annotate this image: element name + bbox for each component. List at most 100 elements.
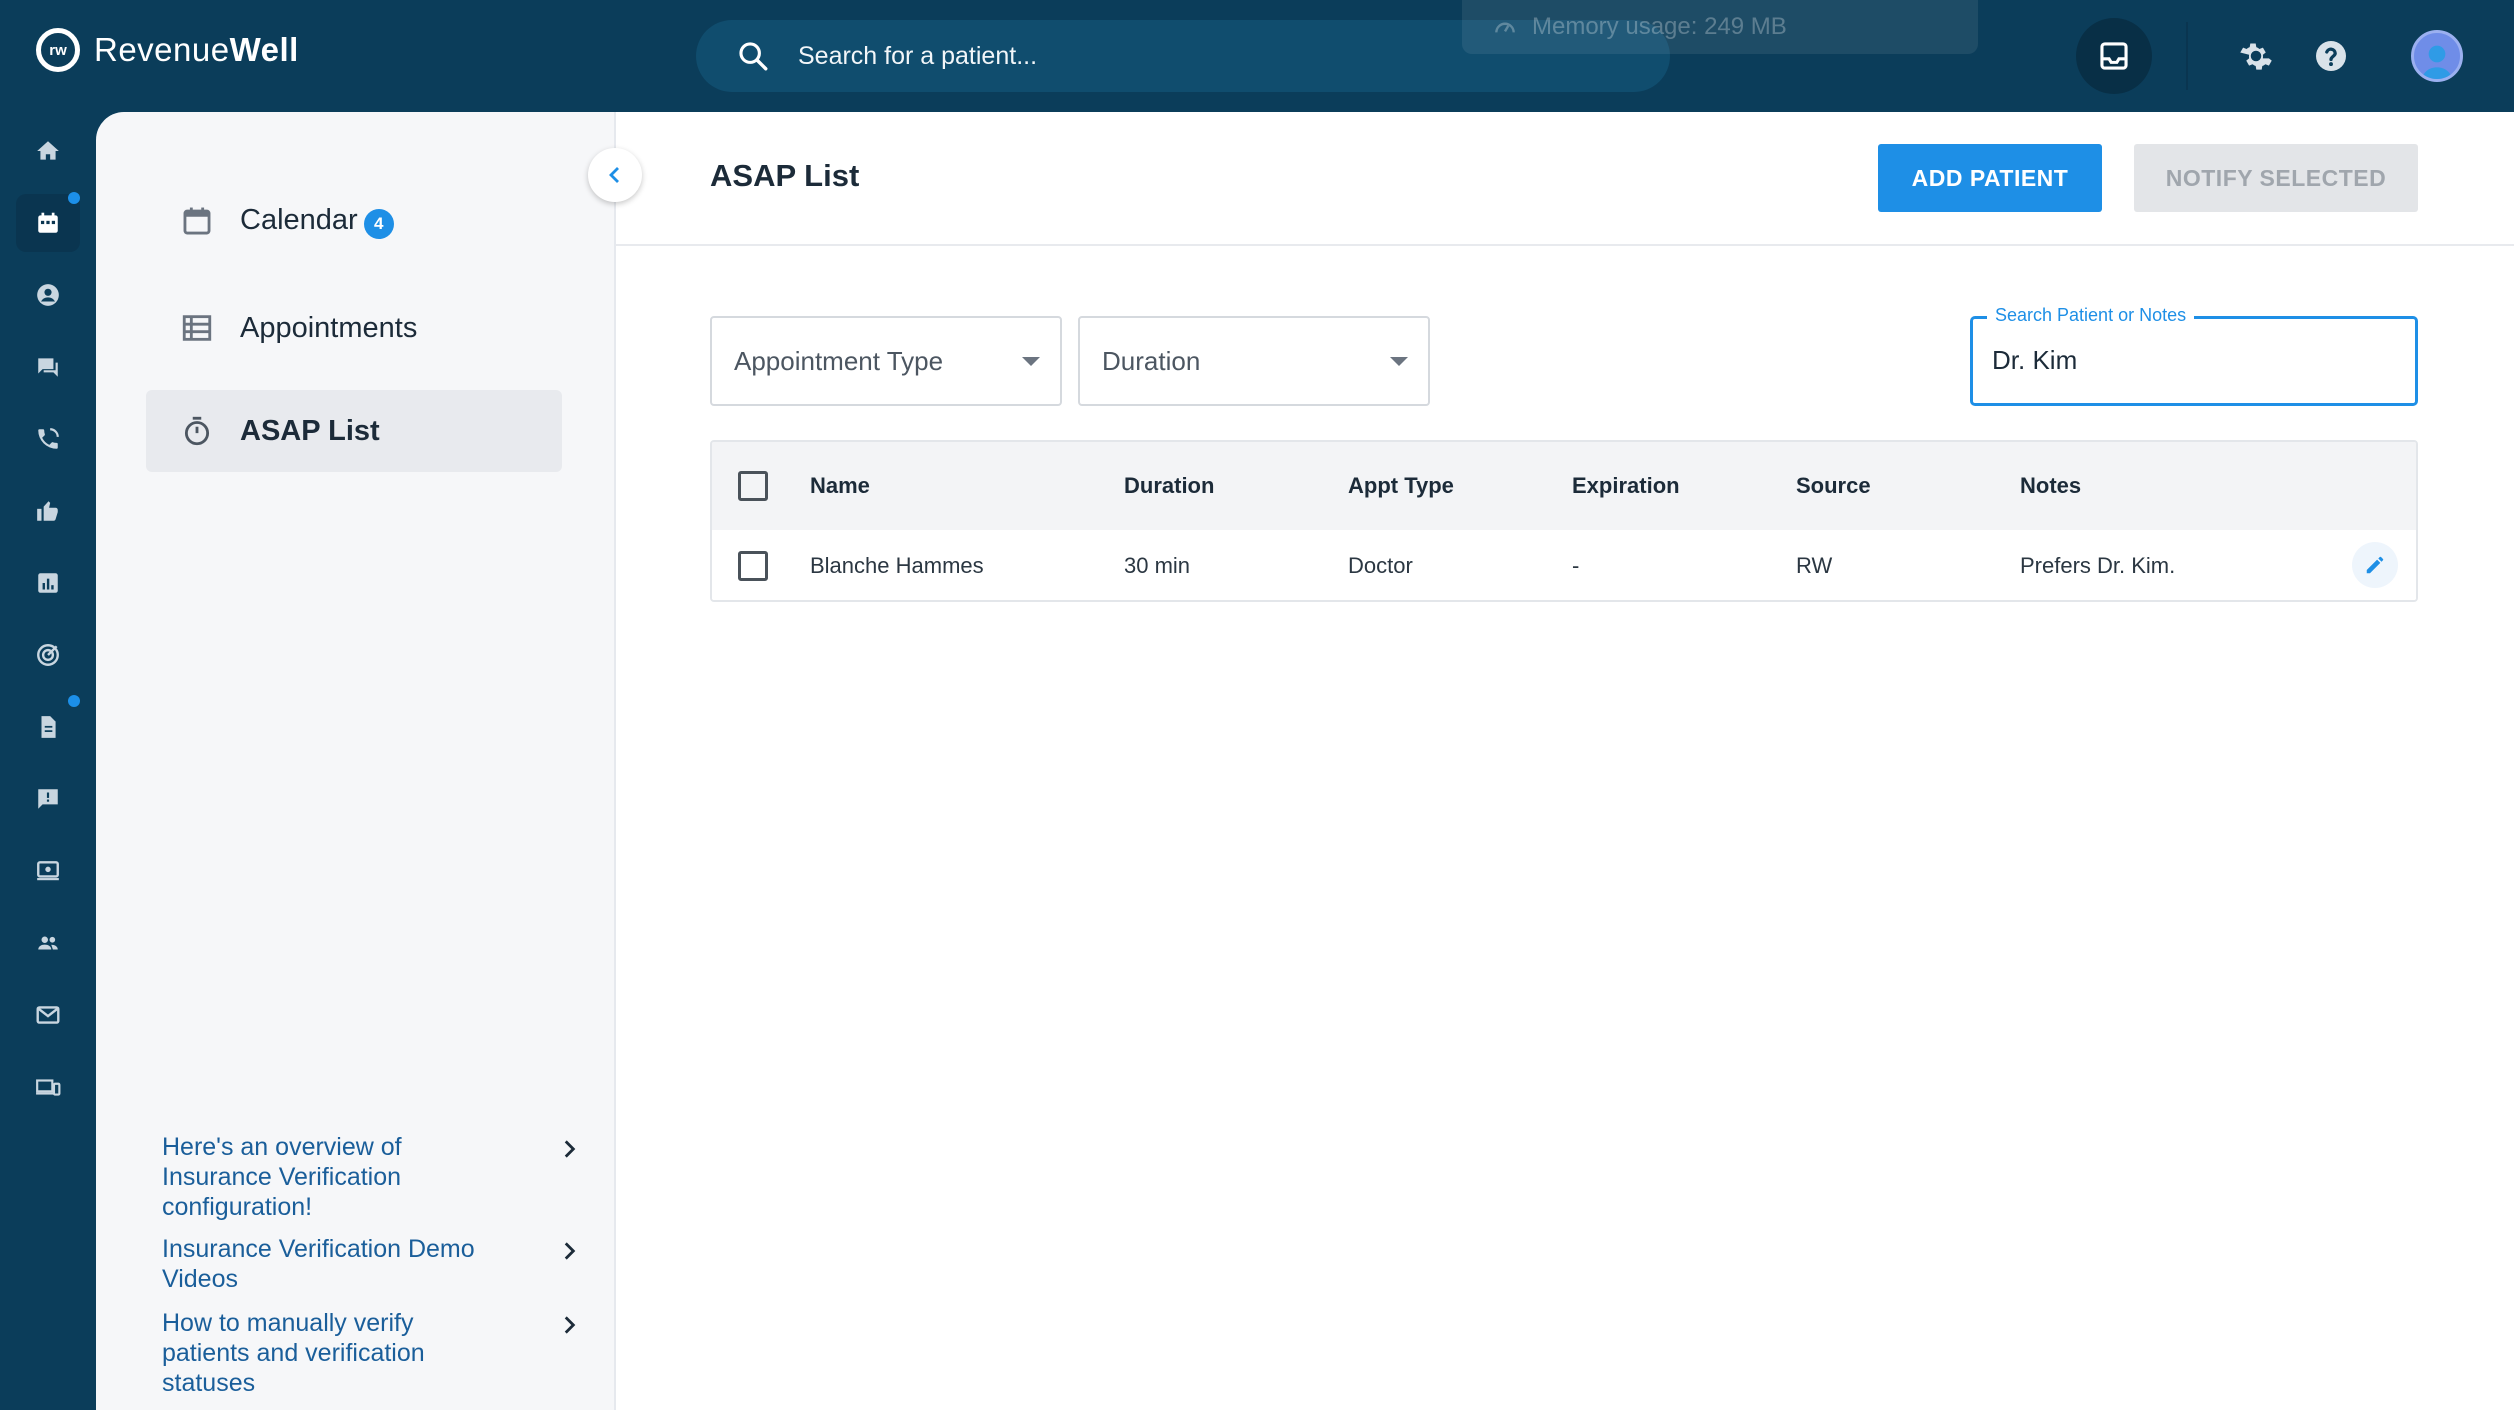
- caret-down-icon: [1022, 356, 1040, 366]
- help-link-demo-videos[interactable]: Insurance Verification Demo Videos: [162, 1234, 582, 1294]
- calendar-icon: [38, 212, 58, 233]
- row-notes: Prefers Dr. Kim.: [2020, 553, 2176, 578]
- edit-row-button[interactable]: [2352, 542, 2398, 588]
- search-patient-notes-label: Search Patient or Notes: [1987, 305, 2195, 326]
- rail-reports[interactable]: [16, 554, 80, 612]
- table-row: Blanche Hammes 30 min Doctor - RW Prefer…: [712, 530, 2416, 600]
- rail-calls[interactable]: [16, 410, 80, 468]
- logo-text: RevenueWell: [94, 31, 299, 69]
- caret-down-icon: [1390, 356, 1408, 366]
- help-link-text: Insurance Verification Demo Videos: [162, 1235, 475, 1293]
- row-duration: 30 min: [1124, 553, 1191, 578]
- chevron-right-icon: [564, 1140, 576, 1158]
- chart-icon: [38, 573, 58, 593]
- row-checkbox[interactable]: [738, 551, 768, 581]
- rail-feedback[interactable]: [16, 770, 80, 828]
- chevron-right-icon: [564, 1242, 576, 1260]
- patient-name-link[interactable]: Blanche Hammes: [810, 530, 984, 600]
- notify-selected-button[interactable]: NOTIFY SELECTED: [2134, 144, 2418, 212]
- help-link-overview[interactable]: Here's an overview of Insurance Verifica…: [162, 1132, 582, 1222]
- rail-mail[interactable]: [16, 986, 80, 1044]
- page-header: ASAP List ADD PATIENT NOTIFY SELECTED: [616, 112, 2514, 246]
- memory-usage-toast: Memory usage: 249 MB: [1462, 0, 1978, 54]
- logo-mark-icon: rw: [36, 28, 80, 72]
- gear-icon: [2240, 43, 2272, 70]
- patient-search-input[interactable]: [798, 41, 1498, 71]
- column-header-notes[interactable]: Notes: [2020, 442, 2081, 530]
- row-source: RW: [1796, 553, 1833, 578]
- timer-icon: [184, 416, 210, 446]
- rail-forms[interactable]: [16, 698, 80, 756]
- select-all-checkbox[interactable]: [738, 471, 768, 501]
- rail-online-scheduling[interactable]: [16, 842, 80, 900]
- user-avatar[interactable]: [2411, 30, 2463, 82]
- column-header-duration[interactable]: Duration: [1124, 442, 1214, 530]
- phone-icon: [38, 428, 59, 449]
- search-patient-notes-input[interactable]: [1992, 345, 2392, 376]
- duration-select[interactable]: Duration: [1078, 316, 1430, 406]
- help-icon: [2316, 41, 2346, 71]
- home-icon: [37, 141, 59, 160]
- column-header-expiration[interactable]: Expiration: [1572, 442, 1680, 530]
- rail-reviews[interactable]: [16, 482, 80, 540]
- document-icon: [41, 716, 56, 738]
- inbox-button[interactable]: [2076, 18, 2152, 94]
- pencil-icon: [2366, 556, 2384, 574]
- screen-icon: [37, 861, 59, 881]
- chevron-right-icon: [564, 1316, 576, 1334]
- rail-devices[interactable]: [16, 1058, 80, 1116]
- rail-team[interactable]: [16, 914, 80, 972]
- sidebar-item-asap-list[interactable]: ASAP List: [146, 390, 562, 472]
- help-link-manual-verify[interactable]: How to manually verify patients and veri…: [162, 1308, 582, 1398]
- devices-icon: [36, 1079, 61, 1096]
- chat-icon: [38, 358, 58, 377]
- appointment-type-select[interactable]: Appointment Type: [710, 316, 1062, 406]
- help-link-text: How to manually verify patients and veri…: [162, 1309, 425, 1397]
- help-link-text: Here's an overview of Insurance Verifica…: [162, 1133, 402, 1221]
- rail-home[interactable]: [16, 122, 80, 180]
- column-header-source[interactable]: Source: [1796, 442, 1871, 530]
- rail-campaigns[interactable]: [16, 626, 80, 684]
- sidebar-item-calendar[interactable]: Calendar 4: [146, 180, 562, 262]
- target-icon: [37, 644, 59, 666]
- group-icon: [38, 936, 58, 950]
- logo-mark-text: rw: [49, 41, 67, 59]
- sidebar-item-label: Calendar: [240, 203, 358, 236]
- duration-label: Duration: [1102, 345, 1201, 376]
- rail-patients[interactable]: [16, 266, 80, 324]
- calendar-outline-icon: [183, 207, 211, 235]
- top-bar: rw RevenueWell Memory usage: 249 MB: [0, 0, 2514, 112]
- brand-light: Revenue: [94, 31, 230, 68]
- memory-usage-text: Memory usage: 249 MB: [1532, 13, 1787, 40]
- appointment-type-label: Appointment Type: [734, 345, 944, 376]
- sidebar-item-label: ASAP List: [240, 414, 380, 447]
- rail-messages[interactable]: [16, 338, 80, 396]
- revenuewell-logo[interactable]: rw RevenueWell: [36, 28, 299, 72]
- forms-notification-dot: [68, 695, 80, 707]
- table-header: Name Duration Appt Type Expiration Sourc…: [712, 442, 2416, 530]
- column-header-appt-type[interactable]: Appt Type: [1348, 442, 1454, 530]
- inbox-icon: [2100, 42, 2128, 70]
- collapse-sidebar-button[interactable]: [588, 148, 642, 202]
- help-button[interactable]: [2310, 35, 2352, 77]
- search-patient-notes-field[interactable]: Search Patient or Notes: [1970, 305, 2418, 406]
- list-icon: [182, 315, 212, 341]
- row-expiration: -: [1572, 553, 1580, 578]
- secondary-sidebar: Calendar 4 Appointments ASAP List Here's …: [96, 112, 616, 1410]
- feedback-icon: [38, 789, 58, 809]
- brand-bold: Well: [229, 31, 299, 68]
- asap-table: Name Duration Appt Type Expiration Sourc…: [710, 440, 2418, 602]
- calendar-count-badge: 4: [363, 208, 394, 239]
- search-icon: [739, 42, 768, 71]
- sidebar-item-label: Appointments: [240, 311, 418, 344]
- add-patient-button[interactable]: ADD PATIENT: [1878, 144, 2102, 212]
- gauge-icon: [1495, 22, 1515, 33]
- column-header-name[interactable]: Name: [810, 442, 870, 530]
- main-content: ASAP List ADD PATIENT NOTIFY SELECTED Ap…: [616, 112, 2514, 1410]
- sidebar-item-appointments[interactable]: Appointments: [146, 287, 562, 369]
- chevron-left-icon: [609, 167, 619, 183]
- calendar-notification-dot: [68, 192, 80, 204]
- topbar-divider: [2186, 22, 2188, 90]
- settings-button[interactable]: [2235, 35, 2277, 77]
- mail-icon: [36, 1006, 60, 1024]
